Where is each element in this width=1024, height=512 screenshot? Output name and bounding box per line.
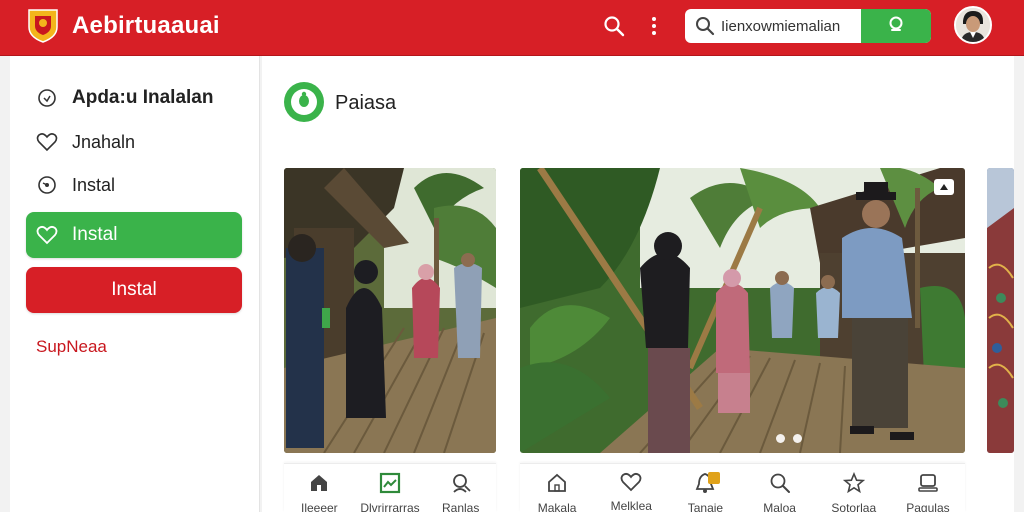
tab-label: Makala [537,501,577,512]
sidebar-item-apdau[interactable]: Apda:u Inalalan [26,76,242,120]
sidebar-item-instal[interactable]: Instal [26,163,242,207]
page-badge [284,82,324,122]
tab-label: Tanaie [687,501,724,512]
support-link[interactable]: SupNeaa [36,337,107,357]
home-icon [307,472,331,494]
tabbar-left: Ileeeer Dlvrirrarras Ranlas [284,463,496,512]
chat-bubble-icon [36,87,58,109]
notification-badge [708,472,721,484]
search-submit-button[interactable] [861,9,931,43]
tab-label: Pagulas [906,501,950,512]
tab-home[interactable]: Makala [520,464,594,512]
heart-icon [36,224,58,246]
brand-logo[interactable] [26,7,60,43]
photo-village-2[interactable] [520,168,965,453]
turtle-icon [296,91,312,114]
tab-search[interactable]: Maloa [743,464,817,512]
search-field-icon [695,16,715,36]
home-icon [545,472,569,494]
photo-village-1[interactable] [284,168,496,453]
tab-label: Ranlas [442,501,480,512]
tab-favorites[interactable]: Melklea [594,464,668,512]
heart-icon [36,131,58,153]
user-avatar[interactable] [954,6,992,44]
compass-icon [36,174,58,196]
image-icon [378,472,402,494]
tab-label: Dlvrirrarras [360,501,420,512]
star-icon [842,472,866,494]
sidebar-item-jnahaln[interactable]: Jnahaln [26,120,242,164]
carousel-dots[interactable] [776,434,802,443]
sidebar-item-instal-active[interactable]: Instal [26,212,242,258]
more-vertical-icon[interactable] [641,13,667,39]
sidebar: Apda:u Inalalan Jnahaln Instal Instal In… [10,56,260,512]
search-icon[interactable] [601,13,627,39]
search-box [685,9,931,43]
search-icon [768,472,792,494]
tab-home[interactable]: Ileeeer [284,464,355,512]
tab-gallery[interactable]: Dlvrirrarras [355,464,426,512]
sidebar-item-label: Jnahaln [72,131,136,152]
search-go-icon [887,15,905,38]
tab-label: Maloa [763,501,796,512]
app-title: Aebirtuaauai [72,12,220,39]
heart-icon [619,472,643,492]
top-bar: Aebirtuaauai [0,0,1024,56]
carousel-dot[interactable] [776,434,785,443]
carousel-dot[interactable] [793,434,802,443]
main-content: Paiasa Ileeeer Dlvrirrarras Ranlas Makal… [262,56,1014,512]
sidebar-item-label: Instal [72,174,116,195]
tab-label: Ileeeer [300,501,338,512]
tab-label: Sotorlaa [831,501,877,512]
instal-button[interactable]: Instal [26,267,242,313]
photo-village-3[interactable] [987,168,1014,453]
tab-label: Melklea [610,499,652,512]
tab-search[interactable]: Ranlas [425,464,496,512]
tabbar-right: Makala Melklea Tanaie Maloa Sotorlaa Pag… [520,463,965,512]
sidebar-item-label: Instal [72,224,118,245]
photo-badge-icon [934,179,954,195]
tab-notifications[interactable]: Tanaie [668,464,742,512]
tab-saved[interactable]: Sotorlaa [817,464,891,512]
tab-pages[interactable]: Pagulas [891,464,965,512]
sidebar-item-label: Apda:u Inalalan [72,87,214,108]
search-input[interactable] [721,9,861,43]
search-icon [449,472,473,494]
instal-button-label: Instal [111,279,157,300]
page-title: Paiasa [335,92,397,114]
laptop-icon [916,472,940,494]
